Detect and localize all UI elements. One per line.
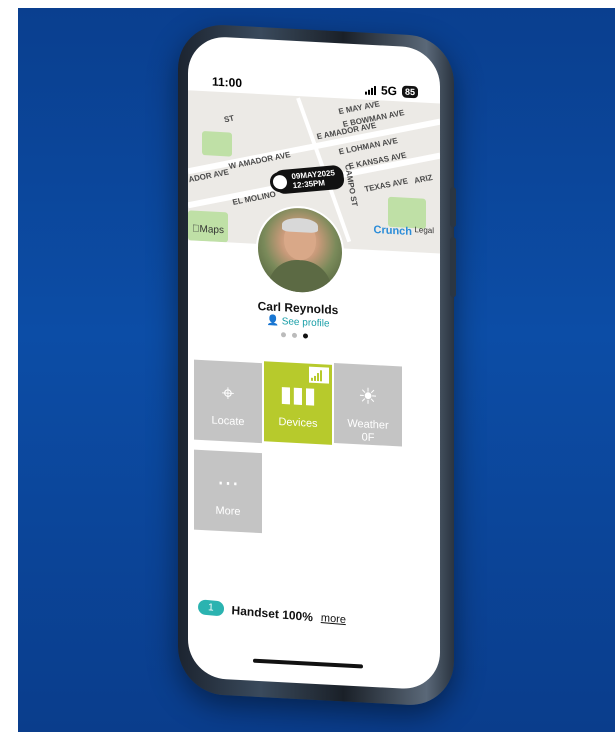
apple-maps-brand: Maps: [192, 223, 224, 237]
power-button: [450, 237, 456, 298]
signal-strength-icon: [309, 366, 329, 384]
more-link[interactable]: more: [321, 611, 346, 625]
phone-device: 11:00 5G 85 E MAY AVE E BOWMAN AVE E AMA…: [178, 22, 456, 708]
street-label: ARIZ: [413, 172, 434, 186]
location-pin-icon[interactable]: [270, 171, 290, 193]
locate-tile[interactable]: ⌖ Locate: [194, 359, 262, 444]
page-indicator[interactable]: [281, 332, 308, 339]
network-type: 5G: [380, 83, 397, 99]
crosshair-icon: ⌖: [221, 380, 235, 406]
street-label: TEXAS AVE: [363, 176, 409, 194]
status-time: 11:00: [212, 74, 243, 91]
more-tile[interactable]: ⋯ More: [194, 449, 262, 534]
poi-crunch[interactable]: Crunch: [374, 224, 413, 238]
device-status-bar: 1 Handset 100% more: [197, 599, 346, 627]
ellipsis-icon: ⋯: [217, 469, 239, 496]
temperature-value: 0F: [361, 431, 375, 445]
home-indicator[interactable]: [253, 658, 363, 669]
page-dot: [281, 332, 286, 338]
tile-label: Devices: [278, 416, 318, 431]
phone-screen: 11:00 5G 85 E MAY AVE E BOWMAN AVE E AMA…: [188, 35, 440, 691]
person-icon: 👤: [266, 315, 279, 328]
battery-icon: ▮▮▮: [279, 381, 317, 409]
map-park: [388, 196, 426, 229]
map-legal-link[interactable]: Legal: [414, 225, 434, 235]
tile-label: Locate: [211, 414, 245, 429]
volume-button: [450, 187, 456, 228]
page-dot: [292, 332, 297, 339]
page-dot-active: [303, 333, 308, 339]
street-label: ST: [223, 113, 236, 125]
map-park: [202, 131, 232, 157]
cell-signal-icon: [364, 85, 376, 95]
battery-indicator: 85: [401, 85, 418, 99]
handset-battery-status: Handset 100%: [231, 602, 314, 624]
weather-tile[interactable]: ☀ Weather 0F: [334, 362, 402, 447]
sun-icon: ☀: [358, 383, 378, 410]
device-count-badge[interactable]: 1: [197, 599, 224, 617]
tile-label: More: [215, 504, 241, 519]
devices-tile[interactable]: ▮▮▮ Devices: [264, 361, 332, 445]
